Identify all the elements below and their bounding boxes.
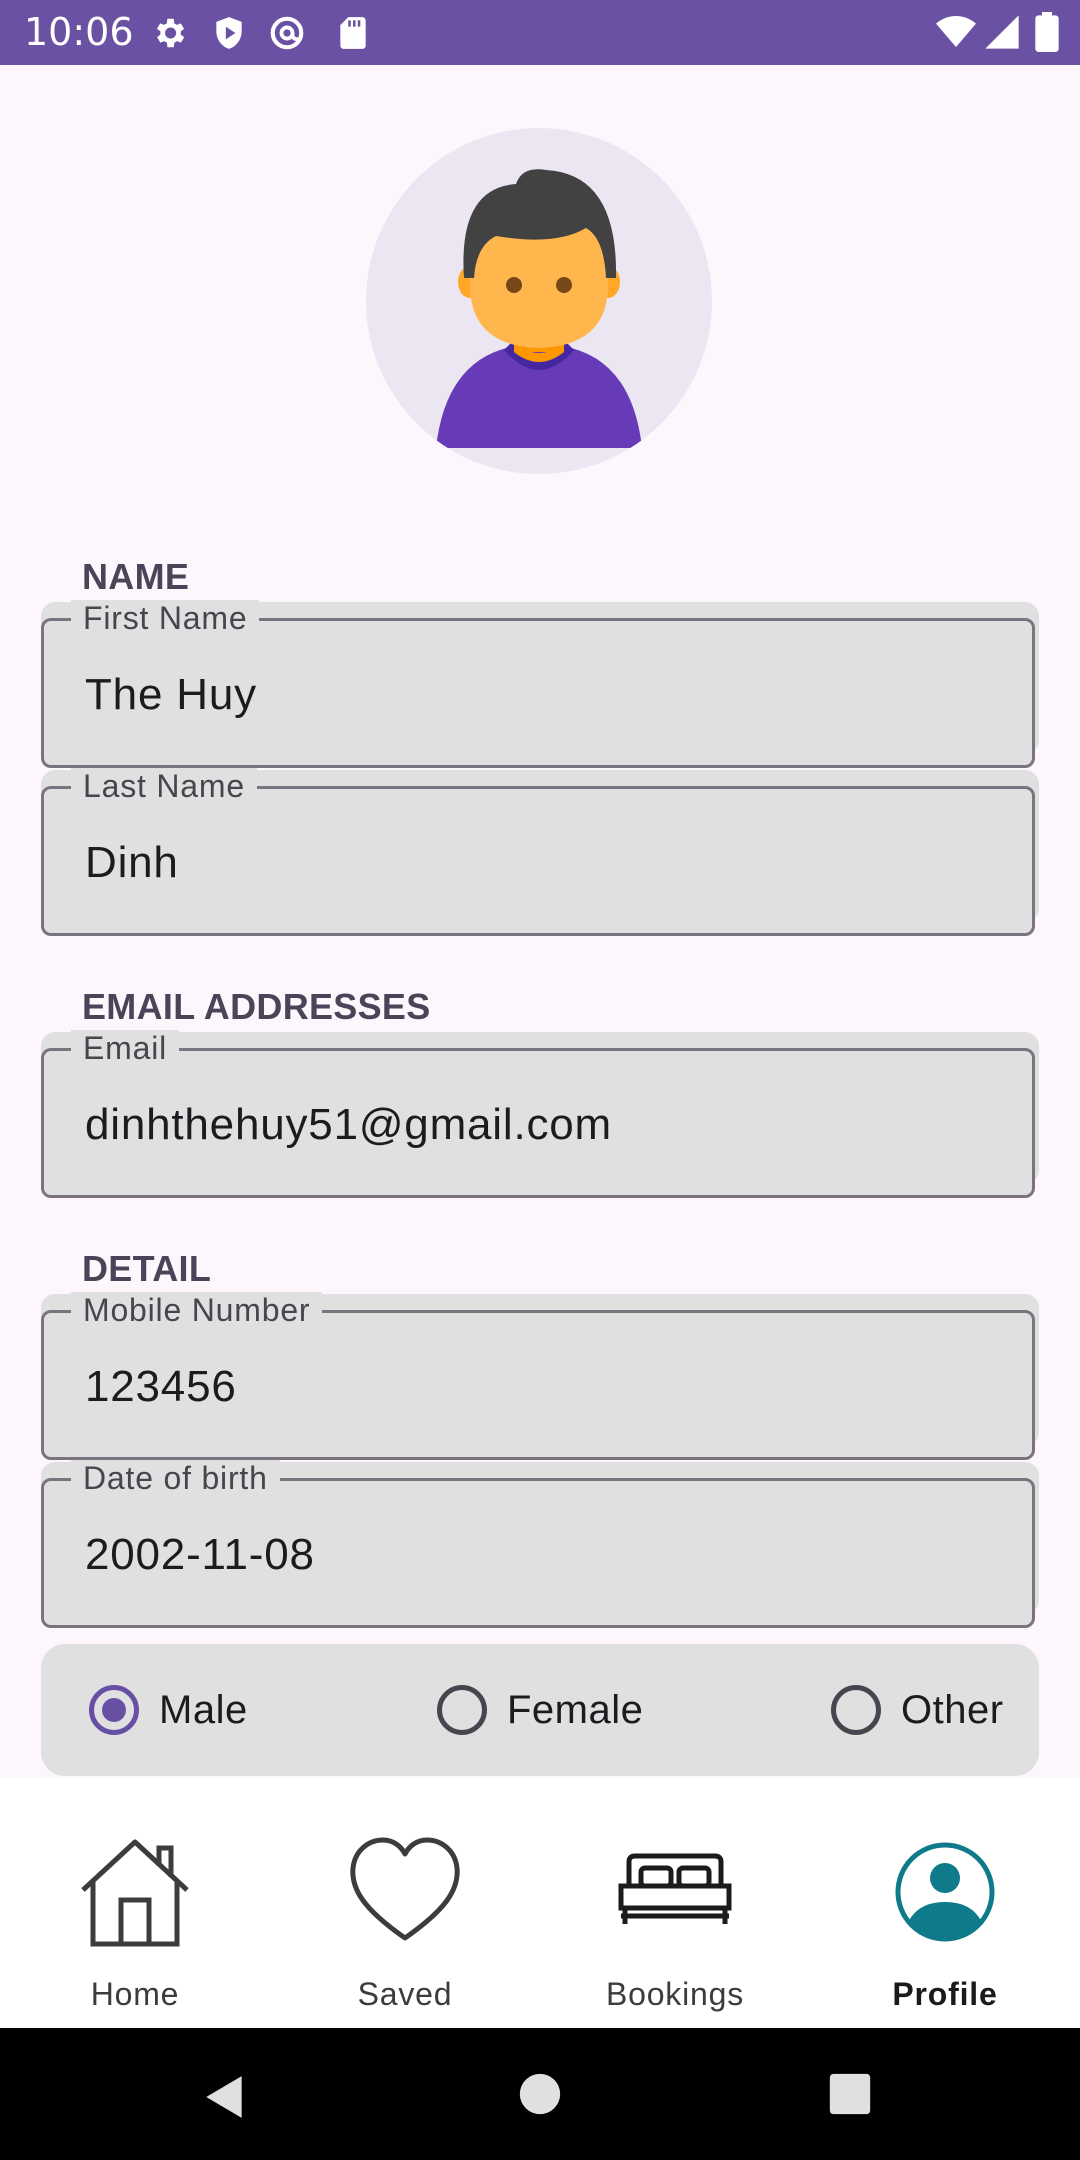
date-of-birth-field[interactable]: Date of birth 2002-11-08 <box>41 1460 1039 1628</box>
gender-label-female: Female <box>507 1687 644 1732</box>
last-name-input[interactable]: Dinh <box>85 838 179 888</box>
gender-label-male: Male <box>159 1687 248 1732</box>
section-email-heading: EMAIL ADDRESSES <box>82 986 431 1027</box>
nav-item-home[interactable]: Home <box>0 1778 270 2028</box>
gender-radio-group: Male Female Other <box>41 1644 1039 1776</box>
radio-female[interactable] <box>437 1685 487 1735</box>
date-of-birth-label: Date of birth <box>71 1460 280 1496</box>
gender-option-female[interactable]: Female <box>437 1682 643 1738</box>
status-time: 10:06 <box>24 10 134 54</box>
nav-item-bookings[interactable]: Bookings <box>540 1778 810 2028</box>
signal-icon <box>985 15 1019 49</box>
nav-label-home: Home <box>90 1976 180 2012</box>
gender-option-other[interactable]: Other <box>831 1682 1004 1738</box>
gender-option-male[interactable]: Male <box>89 1682 248 1738</box>
radio-male[interactable] <box>89 1685 139 1735</box>
system-navigation-bar <box>0 2028 1080 2160</box>
battery-icon <box>1035 12 1059 52</box>
recents-icon[interactable] <box>828 2072 872 2116</box>
gender-label-other: Other <box>901 1687 1004 1732</box>
mobile-number-field[interactable]: Mobile Number 123456 <box>41 1292 1039 1460</box>
first-name-label: First Name <box>71 600 260 636</box>
bed-icon <box>618 1853 732 1924</box>
at-sign-icon <box>270 16 304 50</box>
last-name-field[interactable]: Last Name Dinh <box>41 768 1039 936</box>
home-icon <box>81 1839 189 1947</box>
email-input[interactable]: dinhthehuy51@gmail.com <box>85 1100 612 1150</box>
email-field[interactable]: Email dinhthehuy51@gmail.com <box>41 1030 1039 1198</box>
nav-item-saved[interactable]: Saved <box>270 1778 540 2028</box>
mobile-number-label: Mobile Number <box>71 1292 323 1328</box>
nav-item-profile[interactable]: Profile <box>810 1778 1080 2028</box>
date-of-birth-input[interactable]: 2002-11-08 <box>85 1530 315 1580</box>
shield-icon <box>216 17 242 49</box>
sd-card-icon <box>340 17 366 49</box>
profile-icon <box>895 1842 995 1942</box>
heart-icon <box>350 1837 460 1941</box>
status-bar: 10:06 <box>0 0 1080 65</box>
wifi-icon <box>936 16 976 47</box>
mobile-number-input[interactable]: 123456 <box>85 1362 237 1412</box>
gear-icon <box>156 18 185 48</box>
nav-label-profile: Profile <box>892 1976 998 2012</box>
home-button-icon[interactable] <box>518 2072 562 2116</box>
radio-other[interactable] <box>831 1685 881 1735</box>
section-name-heading: NAME <box>82 556 190 597</box>
first-name-field[interactable]: First Name The Huy <box>41 600 1039 768</box>
user-avatar-icon <box>436 169 642 448</box>
back-icon[interactable] <box>200 2072 250 2122</box>
email-label: Email <box>71 1030 180 1066</box>
last-name-label: Last Name <box>71 768 257 804</box>
first-name-input[interactable]: The Huy <box>85 670 257 720</box>
section-detail-heading: DETAIL <box>82 1248 212 1289</box>
avatar[interactable] <box>366 128 712 474</box>
nav-label-bookings: Bookings <box>605 1976 745 2012</box>
nav-label-saved: Saved <box>357 1976 453 2012</box>
bottom-navigation: Home Saved Bookings Profile <box>0 1778 1080 2028</box>
